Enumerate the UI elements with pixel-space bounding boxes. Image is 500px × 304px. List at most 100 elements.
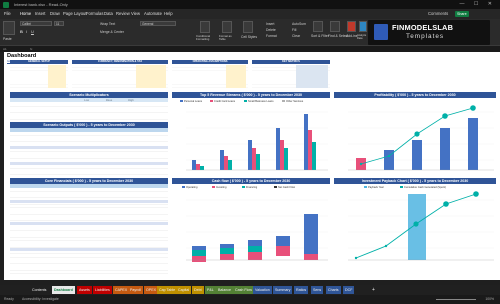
tab-opex[interactable]: OPEX [144, 286, 158, 294]
analyze-data-icon[interactable] [359, 21, 367, 32]
number-format-select[interactable]: General [140, 21, 176, 26]
tab-liabilities[interactable]: Liabilities [93, 286, 112, 294]
revenue-chart: Personal Loans Credit Card Loans Small B… [172, 98, 330, 176]
menu-help[interactable]: Help [164, 9, 173, 19]
cell-styles-label: Cell Styles [241, 35, 258, 39]
menu-view[interactable]: View [131, 9, 140, 19]
menu-review[interactable]: Review [116, 9, 130, 19]
tab-capex[interactable]: CAPEX [113, 286, 130, 294]
legend-investing: Investing [216, 185, 227, 189]
legend-payback: Payback Year [368, 185, 384, 189]
font-size-select[interactable]: 11 [54, 21, 64, 26]
menu-insert[interactable]: Insert [35, 9, 45, 19]
legend-swatch-cumulative [400, 186, 403, 188]
format-table-icon[interactable] [222, 21, 232, 33]
brand-grid-icon [374, 24, 388, 40]
tab-payroll[interactable]: Payroll [128, 286, 143, 294]
tab-valuation[interactable]: Valuation [253, 286, 272, 294]
menu-automate[interactable]: Automate [144, 9, 162, 19]
menu-formulas[interactable]: Formulas [86, 9, 103, 19]
page-title: Dashboard [7, 53, 37, 59]
tab-pl[interactable]: P&L [205, 286, 216, 294]
paste-icon[interactable] [3, 21, 15, 35]
tab-debt[interactable]: Debt [192, 286, 204, 294]
menu-bar: File Home Insert Draw Page Layout Formul… [0, 9, 500, 20]
format-cells-button[interactable]: Format [266, 34, 277, 38]
share-button[interactable]: Share [455, 11, 469, 17]
tab-contents[interactable]: Contents [30, 286, 48, 294]
tab-charts[interactable]: Charts [326, 286, 341, 294]
legend-swatch-payback [364, 186, 367, 188]
key-metrics-values [296, 65, 328, 88]
menu-data[interactable]: Data [104, 9, 113, 19]
profitability-chart [334, 98, 496, 176]
scenario-outputs-subtotal [10, 146, 168, 149]
legend-swatch-business [244, 100, 247, 102]
legend-other: Other Services [286, 99, 304, 103]
accessibility-status[interactable]: Accessibility: Investigate [22, 295, 59, 304]
merge-center-button[interactable]: Merge & Center [100, 30, 124, 34]
tab-balance[interactable]: Balance [216, 286, 233, 294]
add-sheet-icon[interactable]: + [370, 286, 377, 294]
general-setup-inputs[interactable] [48, 65, 66, 88]
legend-financing: Financing [246, 185, 258, 189]
menu-page-layout[interactable]: Page Layout [63, 9, 87, 19]
scenario-outputs-subtotal-2 [10, 162, 168, 165]
window-title: Interest bank.xlsx - Read-Only [14, 2, 68, 7]
tab-dashboard[interactable]: Dashboard [52, 286, 75, 294]
underline-button[interactable]: U [31, 29, 34, 34]
clear-button[interactable]: Clear [292, 34, 300, 38]
zoom-slider[interactable] [436, 299, 476, 300]
sort-filter-label: Sort & Filter [311, 34, 329, 38]
legend-business: Small Business Loans [248, 99, 274, 103]
tab-sens[interactable]: Sens [311, 286, 324, 294]
delete-cells-button[interactable]: Delete [266, 28, 276, 32]
legend-swatch-financing [242, 186, 245, 188]
bold-button[interactable]: B [20, 29, 23, 34]
ribbon: Paste Calibri 11 B I U Wrap Text Merge &… [0, 19, 500, 46]
status-ready: Ready [4, 297, 14, 301]
insert-cells-button[interactable]: Insert [266, 22, 274, 26]
comments-button[interactable]: Comments [428, 9, 448, 19]
menu-file[interactable]: File [4, 9, 11, 19]
tab-cap-table[interactable]: Cap Table [157, 286, 178, 294]
conditional-formatting-icon[interactable] [200, 21, 210, 33]
legend-operating: Operating [186, 185, 198, 189]
cell-styles-icon[interactable] [243, 21, 253, 33]
tab-summary[interactable]: Summary [273, 286, 293, 294]
window-controls[interactable]: — ☐ ✕ [460, 0, 496, 9]
legend-cumulative: Cumulative Cash Generated (Spent) [404, 185, 446, 189]
fill-button[interactable]: Fill [292, 28, 296, 32]
brand-logo: FINMODELSLAB Templates [368, 20, 490, 45]
scenario-table [10, 103, 168, 121]
tab-ratios[interactable]: Ratios [294, 286, 309, 294]
currency-inputs[interactable] [136, 65, 166, 88]
status-bar: Ready Accessibility: Investigate 100% [0, 295, 500, 304]
payback-year-bar [408, 194, 426, 260]
addins-label: Add-ins [346, 34, 358, 38]
scenario-outputs-table [10, 132, 168, 177]
brand-name: FINMODELSLAB [392, 23, 454, 32]
autosum-button[interactable]: AutoSum [292, 22, 306, 26]
core-financials-subtotal-2 [10, 222, 168, 225]
legend-swatch-operating [182, 186, 185, 188]
italic-button[interactable]: I [26, 29, 27, 34]
find-select-icon[interactable] [330, 21, 340, 32]
operating-inputs[interactable] [226, 65, 246, 88]
zoom-level[interactable]: 100% [485, 295, 494, 304]
legend-swatch-credit [210, 100, 213, 102]
sort-filter-icon[interactable] [313, 21, 323, 32]
scenario-col-band [10, 98, 168, 102]
tab-cash-flow[interactable]: Cash Flow [233, 286, 254, 294]
wrap-text-button[interactable]: Wrap Text [100, 22, 115, 26]
sheet-tabs-bar: Contents Dashboard Assets Liabilities CA… [0, 285, 500, 295]
addins-icon[interactable] [347, 21, 356, 32]
tab-dcf[interactable]: DCF [343, 286, 355, 294]
cashflow-chart: Operating Investing Financing Net Cash F… [172, 184, 330, 276]
tab-assets[interactable]: Assets [77, 286, 92, 294]
menu-draw[interactable]: Draw [50, 9, 60, 19]
font-name-select[interactable]: Calibri [20, 21, 52, 26]
conditional-formatting-label: Conditional Formatting [196, 34, 210, 41]
worksheet[interactable]: Dashboard Go to table of contents GENERA… [4, 52, 500, 280]
tab-capital[interactable]: Capital [176, 286, 192, 294]
